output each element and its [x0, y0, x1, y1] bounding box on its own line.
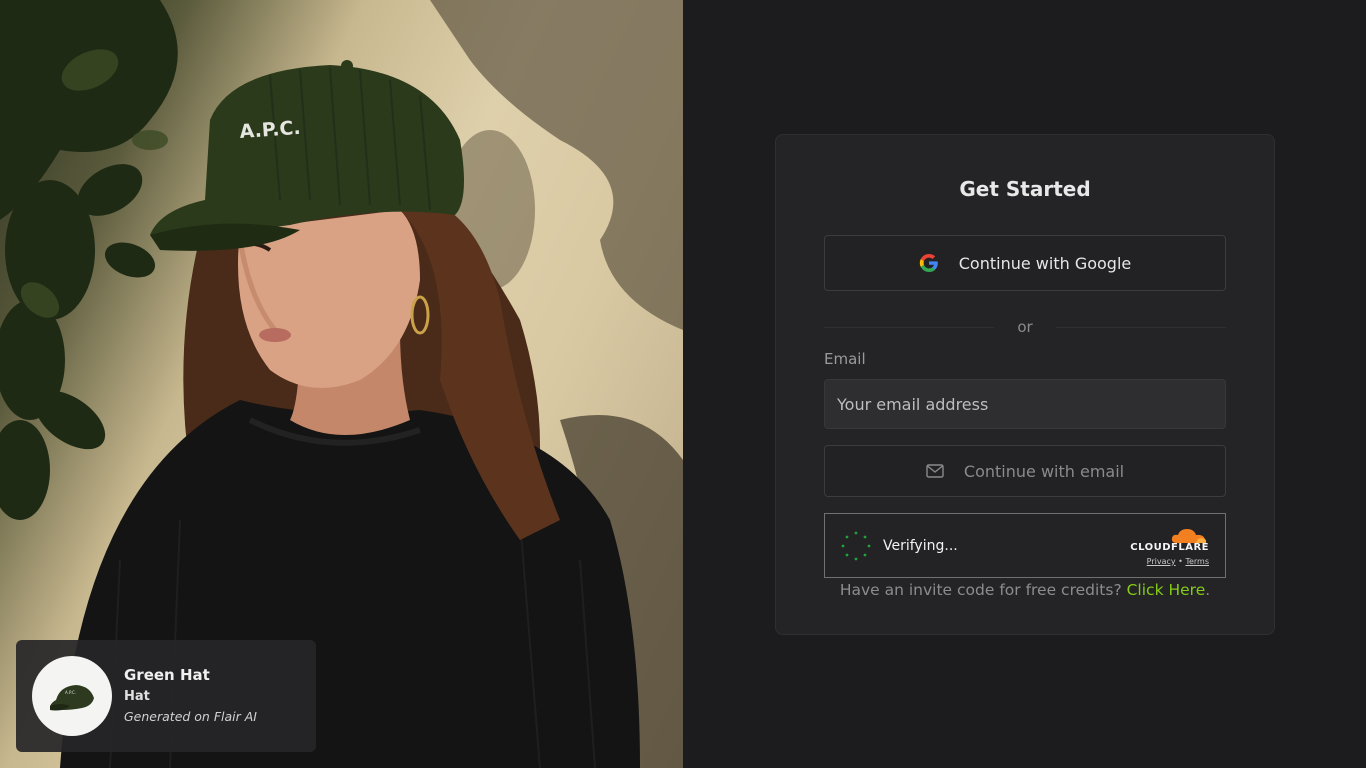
continue-with-google-button[interactable]: Continue with Google: [824, 235, 1226, 291]
green-cap-thumbnail-icon: A.P.C.: [50, 685, 94, 711]
terms-link[interactable]: Terms: [1185, 557, 1209, 566]
email-button-label: Continue with email: [963, 461, 1125, 481]
captcha-status: Verifying...: [883, 538, 958, 554]
hero-image: A.P.C. A.P.C. Green Hat Hat Generated on…: [0, 0, 683, 768]
or-divider: or: [824, 315, 1226, 339]
continue-with-email-button[interactable]: Continue with email: [824, 445, 1226, 497]
email-label: Email: [824, 350, 866, 368]
invite-period: .: [1205, 581, 1211, 599]
product-card: A.P.C. Green Hat Hat Generated on Flair …: [16, 640, 316, 752]
product-generated-note: Generated on Flair AI: [124, 709, 257, 724]
invite-code-prompt: Have an invite code for free credits? Cl…: [776, 581, 1274, 599]
mail-icon: [926, 464, 944, 478]
divider-line-right: [1056, 327, 1226, 328]
cloudflare-logo-text: CLOUDFLARE: [1130, 542, 1209, 553]
cloudflare-captcha-widget[interactable]: Verifying... CLOUDFLARE Privacy • Terms: [824, 513, 1226, 578]
svg-text:A.P.C.: A.P.C.: [65, 690, 76, 695]
google-icon: [919, 254, 938, 272]
email-input[interactable]: [824, 379, 1226, 429]
spinner-icon: [841, 531, 871, 561]
cloudflare-links: Privacy • Terms: [1147, 557, 1209, 566]
invite-click-here-link[interactable]: Click Here: [1127, 581, 1206, 599]
google-button-label: Continue with Google: [958, 253, 1132, 273]
product-type: Hat: [124, 689, 150, 704]
privacy-link[interactable]: Privacy: [1147, 557, 1176, 566]
product-thumbnail: A.P.C.: [32, 656, 112, 736]
product-name: Green Hat: [124, 666, 210, 684]
auth-card: Get Started Continue with Google or Emai…: [775, 134, 1275, 635]
page-title: Get Started: [959, 177, 1091, 201]
links-separator: •: [1178, 557, 1183, 566]
svg-text:A.P.C.: A.P.C.: [239, 117, 301, 143]
invite-text: Have an invite code for free credits?: [839, 581, 1122, 599]
cloudflare-branding: CLOUDFLARE Privacy • Terms: [1129, 526, 1209, 566]
